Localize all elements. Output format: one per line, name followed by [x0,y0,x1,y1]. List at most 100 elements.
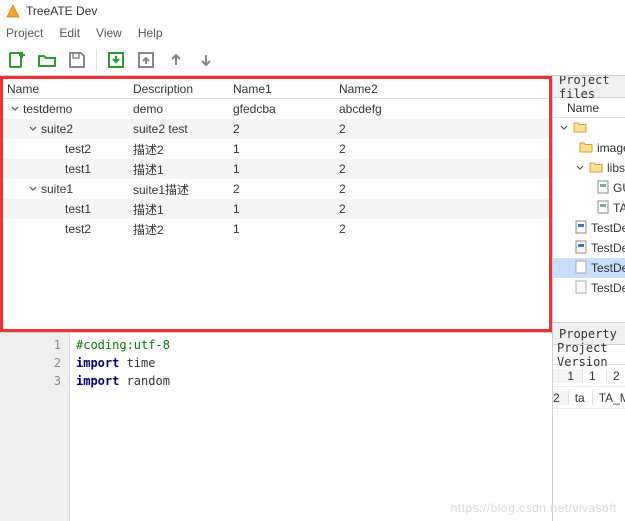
tree-item-name2: 2 [339,202,549,216]
file-row[interactable]: images [553,138,625,158]
file-row[interactable]: TA_M [553,198,625,218]
tree-row[interactable]: test1 描述112 [3,199,549,219]
code-keyword: import [76,356,119,370]
file-label: TestDem [591,241,625,255]
code-panel: 1 2 3 #coding:utf-8 import time import r… [0,332,552,521]
tree-item-name: testdemo [23,102,72,116]
tree-item-name1: 1 [233,142,339,156]
save-button[interactable] [64,47,90,73]
export-button[interactable] [133,47,159,73]
property-index: 1 [553,369,583,383]
file-label: TestDem [591,261,625,275]
menu-view[interactable]: View [96,26,122,40]
tree-item-name2: 2 [339,162,549,176]
tree-item-name: test1 [65,162,91,176]
tree-item-name1: 1 [233,202,339,216]
tree-item-name: test2 [65,142,91,156]
file-row[interactable] [553,118,625,138]
chevron-down-icon[interactable] [28,124,38,134]
files-header[interactable]: Name [553,98,625,118]
tree-item-name1: 1 [233,222,339,236]
move-down-button[interactable] [193,47,219,73]
code-area[interactable]: #coding:utf-8 import time import random [70,333,552,521]
code-text: time [119,356,155,370]
menu-help[interactable]: Help [138,26,163,40]
new-button[interactable] [4,47,30,73]
code-gutter: 1 2 3 [0,333,70,521]
file-icon [575,240,587,257]
tree-item-name2: 2 [339,222,549,236]
file-label: TestDem [591,221,625,235]
tree-item-name: test1 [65,202,91,216]
chevron-down-icon[interactable] [575,163,585,173]
tree-header: Name Description Name1 Name2 [3,79,549,99]
file-label: libs [607,161,625,175]
tool-bar [0,44,625,76]
tree-item-name: suite2 [41,122,73,136]
gutter-line: 1 [0,336,61,354]
app-icon [6,4,20,18]
folder-icon [579,141,593,156]
file-row[interactable]: TestDem [553,278,625,298]
import-button[interactable] [103,47,129,73]
file-label: TestDem [591,281,625,295]
property-row[interactable]: 2taTA_MsgB [553,387,625,409]
file-label: TA_M [613,201,625,215]
tree-row[interactable]: suite1suite1描述22 [3,179,549,199]
file-icon [597,200,609,217]
file-icon [575,220,587,237]
chevron-down-icon[interactable] [28,184,38,194]
header-name2[interactable]: Name2 [339,82,549,96]
tree-item-name1: 2 [233,182,339,196]
file-icon [597,180,609,197]
toolbar-separator [96,49,97,71]
tree-row[interactable]: test1 描述112 [3,159,549,179]
tree-item-name: suite1 [41,182,73,196]
code-line: #coding:utf-8 [76,338,170,352]
tree-row[interactable]: test2描述212 [3,139,549,159]
tree-row[interactable]: test2描述212 [3,219,549,239]
chevron-down-icon[interactable] [10,104,20,114]
tree-body: testdemo demogfedcbaabcdefg suite2 suite2 t… [3,99,549,239]
header-desc[interactable]: Description [133,82,233,96]
property-row[interactable]: 112 [553,365,625,387]
open-button[interactable] [34,47,60,73]
property-panel: Project Version 1122taTA_MsgB [553,345,625,521]
window-title-bar: TreeATE Dev [0,0,625,22]
tree-item-name2: abcdefg [339,102,549,116]
file-label: images [597,141,625,155]
tree-item-desc: 描述1 [133,161,233,178]
code-text: random [119,374,170,388]
tree-item-desc: suite2 test [133,122,233,136]
tree-item-desc: 描述1 [133,201,233,218]
file-row[interactable]: TestDem [553,258,625,278]
tree-item-name1: gfedcba [233,102,339,116]
menu-project[interactable]: Project [6,26,43,40]
tree-item-desc: 描述2 [133,141,233,158]
file-row[interactable]: TestDem [553,218,625,238]
chevron-down-icon[interactable] [559,123,569,133]
file-row[interactable]: GUI_ [553,178,625,198]
property-header[interactable]: Project Version [553,345,625,365]
project-files-panel: Name images libs GUI_ TA_M TestDem TestDem Tes… [553,98,625,323]
header-name1[interactable]: Name1 [233,82,339,96]
tree-item-name1: 1 [233,162,339,176]
tree-row[interactable]: suite2suite2 test22 [3,119,549,139]
tree-item-name1: 2 [233,122,339,136]
code-keyword: import [76,374,119,388]
tree-item-name: test2 [65,222,91,236]
property-value: TA_MsgB [593,391,625,405]
gutter-line: 3 [0,372,61,390]
menu-bar: Project Edit View Help [0,22,625,44]
file-row[interactable]: libs [553,158,625,178]
file-row[interactable]: TestDem [553,238,625,258]
move-up-button[interactable] [163,47,189,73]
property-key: ta [569,391,593,405]
file-icon [575,260,587,277]
folder-icon [573,121,587,136]
tree-row[interactable]: testdemo demogfedcbaabcdefg [3,99,549,119]
tree-body-spacer [3,239,549,329]
menu-edit[interactable]: Edit [59,26,80,40]
header-name[interactable]: Name [7,82,133,96]
tree-item-desc: demo [133,102,233,116]
